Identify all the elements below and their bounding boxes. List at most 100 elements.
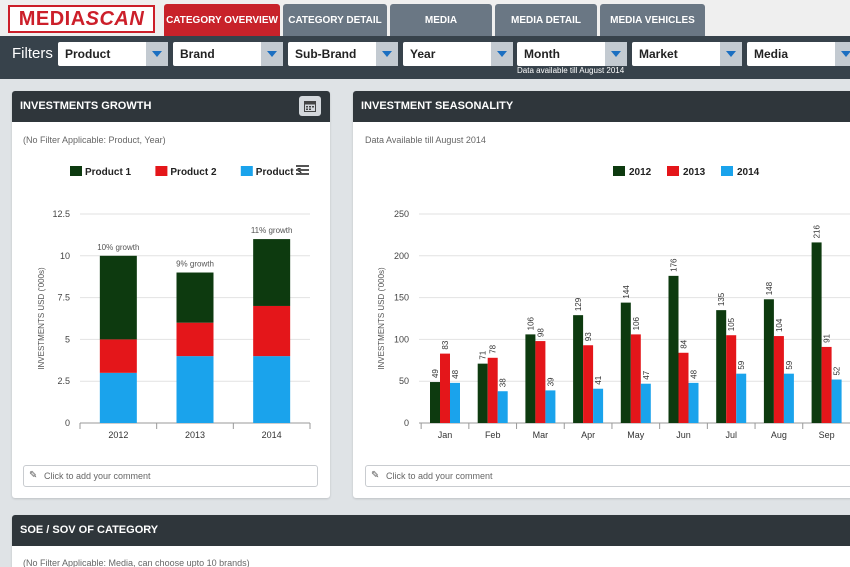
data-label: 91: [823, 333, 832, 342]
bar-segment: [253, 305, 291, 357]
soe-sov-header: SOE / SOV OF CATEGORY: [12, 515, 850, 546]
y-tick-label: 0: [65, 418, 70, 428]
data-label: 38: [499, 378, 508, 387]
media-select-value: Media: [754, 47, 789, 61]
logo-text-media: MEDIA: [18, 7, 86, 30]
bar: [640, 383, 651, 423]
tab-media-vehicles[interactable]: MEDIA VEHICLES: [600, 4, 705, 36]
chevron-down-icon: [835, 42, 850, 66]
product-select[interactable]: Product: [58, 42, 168, 66]
y-tick-label: 5: [65, 334, 70, 344]
y-axis-label: INVESTMENTS USD ('000s): [377, 267, 386, 370]
bar: [440, 353, 450, 423]
legend-label: Product 1: [85, 167, 132, 178]
bar-segment: [99, 255, 137, 340]
data-label: 48: [451, 369, 460, 378]
legend-label: 2014: [737, 167, 760, 178]
chevron-down-icon: [605, 42, 627, 66]
growth-comment-input[interactable]: ✎ Click to add your comment: [23, 465, 318, 487]
data-label: 59: [737, 360, 746, 369]
data-label: 176: [670, 258, 679, 272]
brand-select[interactable]: Brand: [173, 42, 283, 66]
bar: [716, 310, 727, 423]
filters-label: Filters: [12, 45, 53, 62]
panel-title: INVESTMENT SEASONALITY: [361, 100, 514, 112]
bar: [811, 242, 822, 423]
panel-title: SOE / SOV OF CATEGORY: [20, 524, 159, 536]
data-label: 105: [727, 317, 736, 331]
y-tick-label: 10: [60, 251, 70, 261]
data-label: 144: [622, 285, 631, 299]
bar: [477, 363, 488, 423]
chart-menu-icon[interactable]: [296, 165, 309, 175]
bar: [545, 390, 556, 423]
x-tick-label: Mar: [533, 430, 549, 440]
investments-growth-header: INVESTMENTS GROWTH: [12, 91, 330, 122]
data-label: 84: [680, 339, 689, 348]
investment-seasonality-header: INVESTMENT SEASONALITY: [353, 91, 850, 122]
legend-swatch: [70, 166, 82, 176]
data-label: 83: [441, 340, 450, 349]
tab-category-overview[interactable]: CATEGORY OVERVIEW: [164, 4, 280, 36]
legend-label: 2013: [683, 167, 706, 178]
y-tick-label: 12.5: [52, 209, 70, 219]
data-label: 52: [833, 366, 842, 375]
tab-media-detail[interactable]: MEDIA DETAIL: [495, 4, 597, 36]
data-availability-note: Data available till August 2014: [517, 66, 625, 75]
bar: [583, 345, 594, 423]
legend-label: Product 3: [256, 167, 303, 178]
seasonality-comment-input[interactable]: ✎ Click to add your comment: [365, 465, 850, 487]
bar-segment: [176, 272, 214, 323]
growth-annotation: 9% growth: [176, 260, 214, 269]
growth-subtitle: (No Filter Applicable: Product, Year): [23, 135, 166, 145]
x-tick-label: Aug: [771, 430, 787, 440]
legend-label: 2012: [629, 167, 652, 178]
media-select[interactable]: Media: [747, 42, 850, 66]
x-tick-label: May: [627, 430, 645, 440]
bar: [430, 382, 440, 423]
data-label: 106: [632, 316, 641, 330]
growth-comment-placeholder: Click to add your comment: [44, 471, 151, 481]
top-navigation: MEDIA SCAN CATEGORY OVERVIEW CATEGORY DET…: [0, 0, 850, 36]
logo-text-scan: SCAN: [85, 7, 145, 30]
chevron-down-icon: [720, 42, 742, 66]
pencil-icon: ✎: [371, 470, 380, 481]
y-tick-label: 0: [404, 418, 409, 428]
data-label: 135: [717, 292, 726, 306]
data-label: 104: [775, 318, 784, 332]
bar: [763, 299, 774, 423]
calendar-icon[interactable]: [299, 96, 321, 116]
x-tick-label: 2013: [185, 430, 205, 440]
bar: [773, 336, 784, 423]
mediascan-logo[interactable]: MEDIA SCAN: [8, 5, 155, 33]
investment-seasonality-chart: 2012 2013 2014 0 50 100 150 200 250 INVESTMENTS U…: [377, 166, 850, 440]
y-tick-label: 200: [394, 251, 409, 261]
bar: [736, 373, 747, 423]
y-tick-label: 2.5: [57, 376, 70, 386]
bar: [831, 379, 842, 423]
tab-category-detail[interactable]: CATEGORY DETAIL: [283, 4, 387, 36]
soe-sov-subtitle: (No Filter Applicable: Media, can choose…: [23, 558, 250, 567]
sub-brand-select[interactable]: Sub-Brand: [288, 42, 398, 66]
legend-swatch: [667, 166, 679, 176]
year-select[interactable]: Year: [403, 42, 513, 66]
data-label: 41: [594, 375, 603, 384]
y-tick-label: 7.5: [57, 293, 70, 303]
x-tick-label: Feb: [485, 430, 501, 440]
bar: [593, 388, 604, 423]
x-tick-label: 2014: [262, 430, 282, 440]
bar-segment: [99, 372, 137, 423]
data-label: 48: [690, 369, 699, 378]
month-select[interactable]: Month: [517, 42, 627, 66]
data-label: 78: [489, 344, 498, 353]
x-tick-label: Sep: [819, 430, 835, 440]
tab-media[interactable]: MEDIA: [390, 4, 492, 36]
y-tick-label: 100: [394, 334, 409, 344]
bar: [450, 382, 460, 423]
sub-brand-select-value: Sub-Brand: [295, 47, 357, 61]
x-tick-label: Jul: [725, 430, 737, 440]
market-select[interactable]: Market: [632, 42, 742, 66]
soe-sov-panel: SOE / SOV OF CATEGORY (No Filter Applica…: [12, 515, 850, 567]
market-select-value: Market: [639, 47, 678, 61]
seasonality-comment-placeholder: Click to add your comment: [386, 471, 493, 481]
